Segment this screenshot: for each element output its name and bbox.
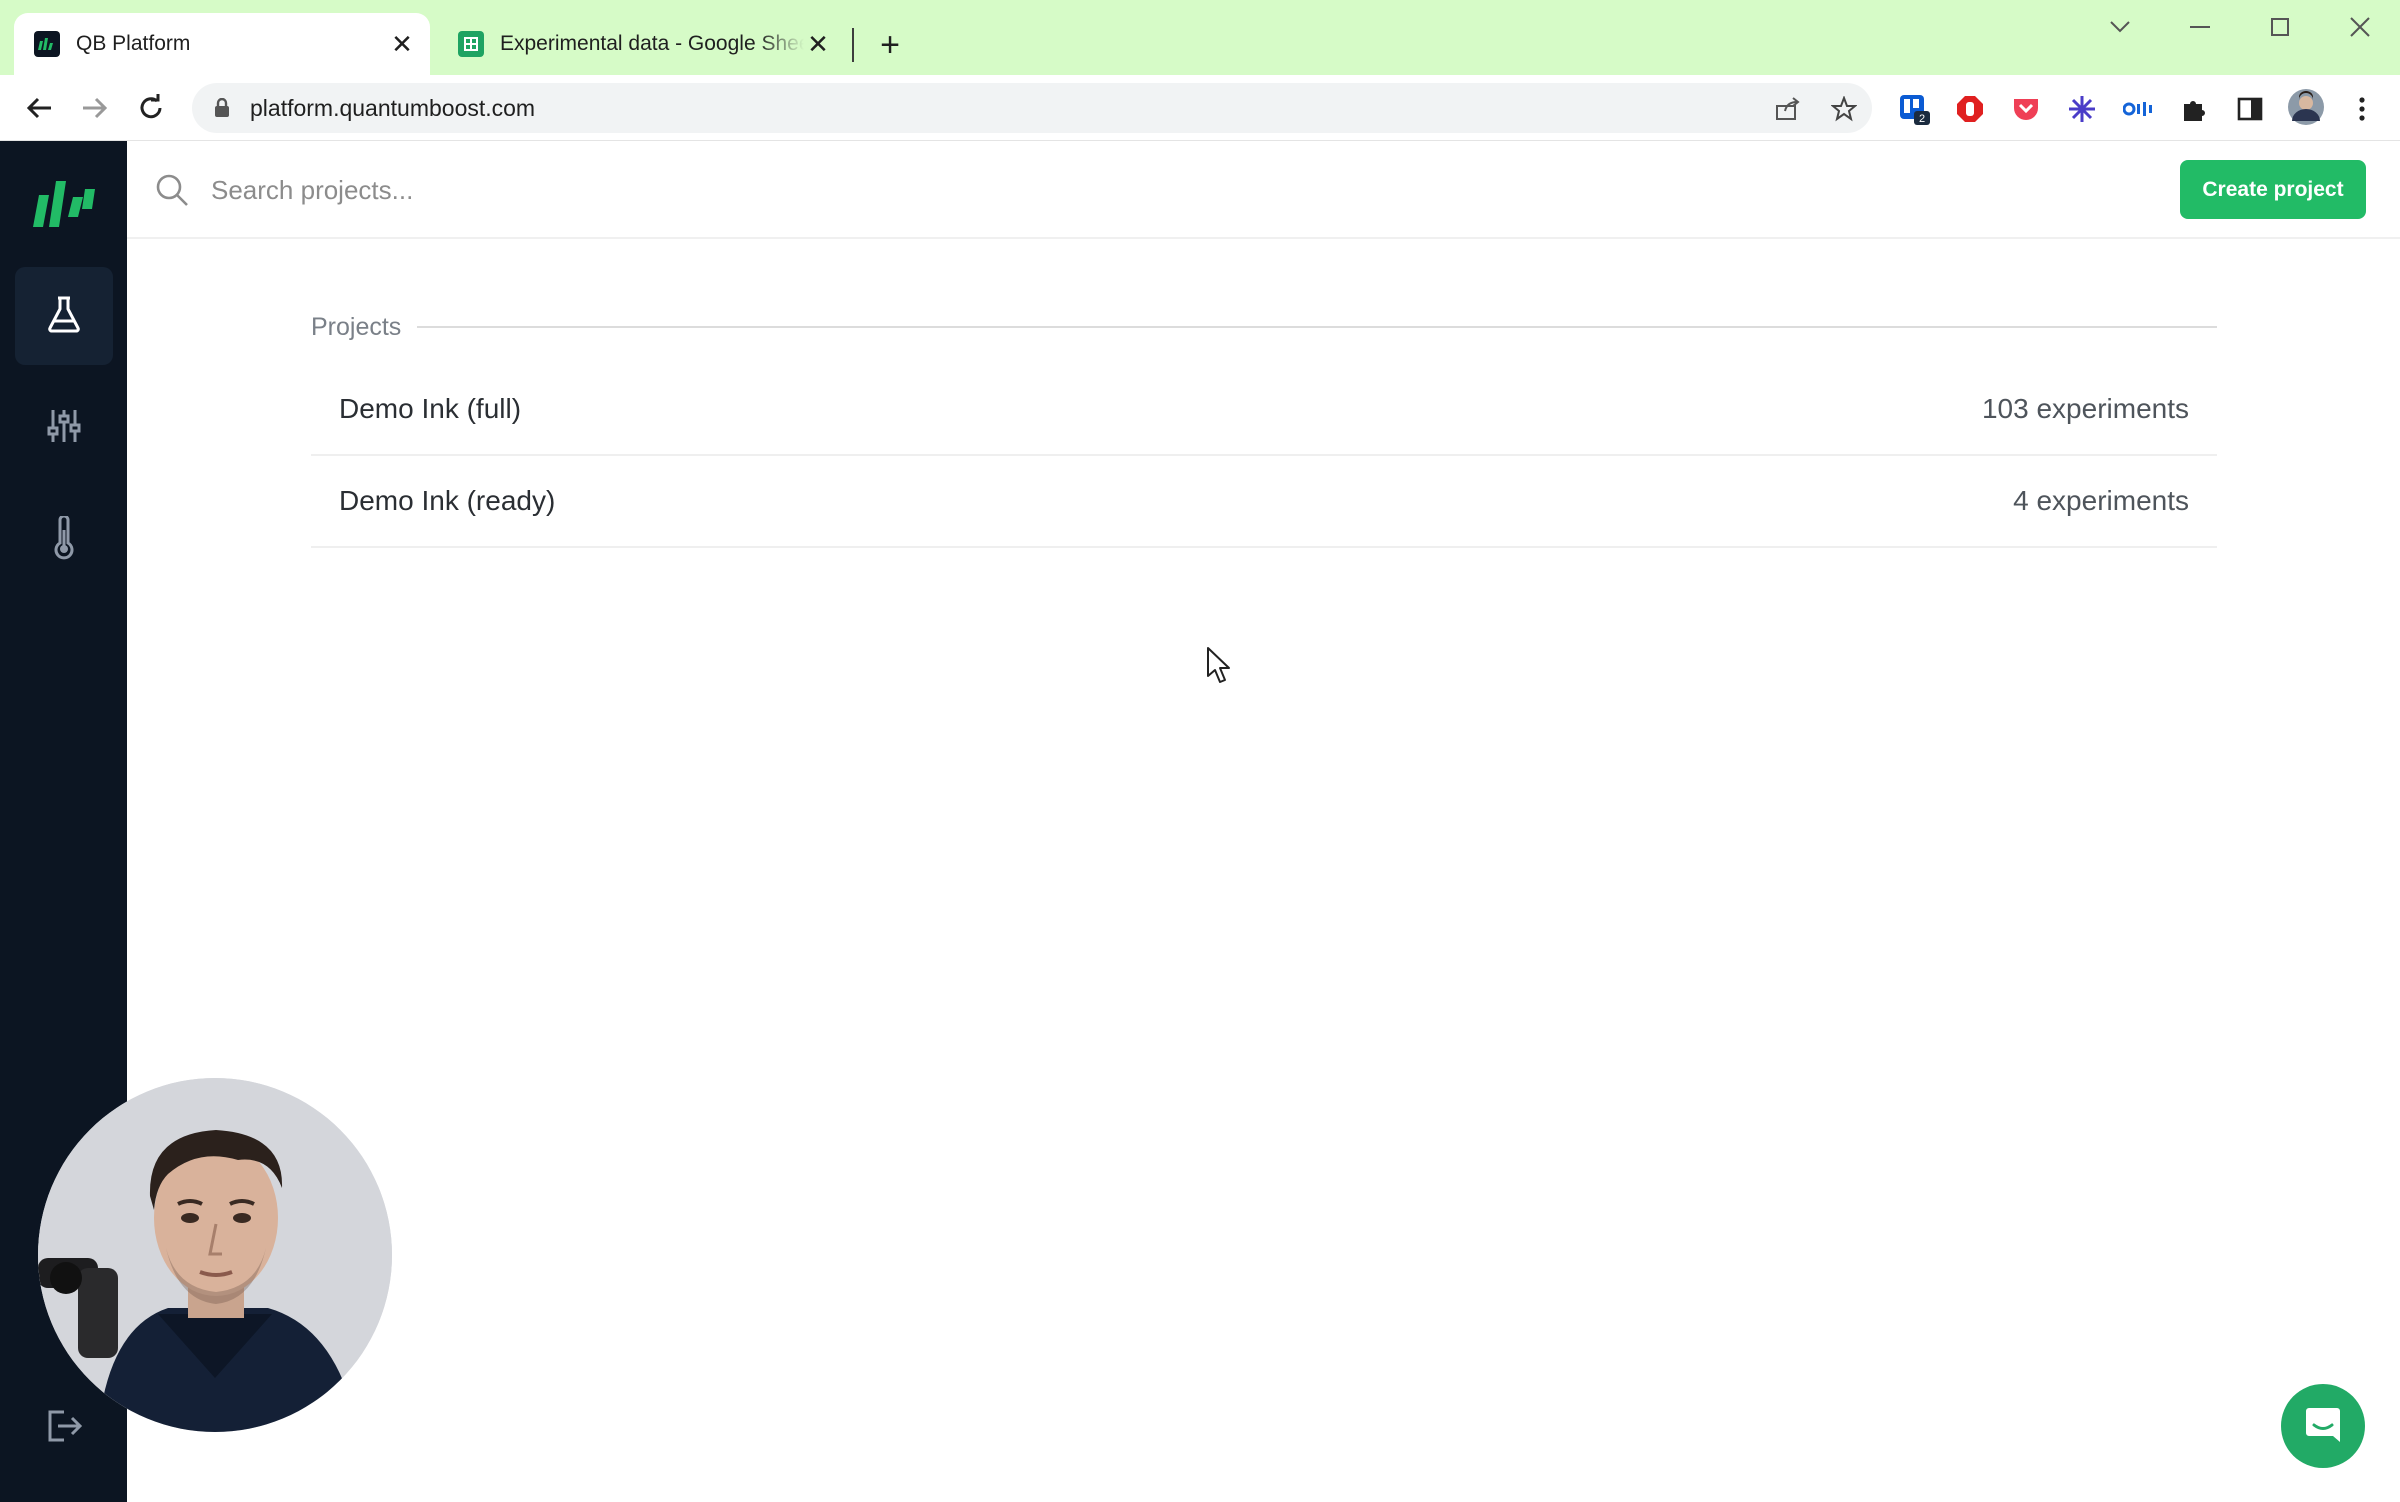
extension-badge: 2 (1919, 113, 1925, 125)
thermometer-icon (52, 514, 76, 565)
browser-toolbar: platform.quantumboost.com 2 (0, 75, 2400, 141)
project-name: Demo Ink (ready) (339, 485, 556, 516)
maximize-icon[interactable] (2260, 10, 2300, 44)
section-label: Projects (311, 312, 402, 341)
profile-avatar[interactable] (2286, 87, 2326, 127)
mouse-cursor-icon (1206, 646, 1234, 691)
browser-menu-icon[interactable] (2346, 93, 2378, 125)
logout-icon[interactable] (44, 1408, 84, 1449)
tab-close-icon[interactable]: ✕ (804, 29, 832, 59)
google-sheets-icon (458, 31, 484, 57)
sliders-icon (47, 408, 81, 449)
sidebar-item-optimization[interactable] (15, 379, 113, 477)
side-panel-icon[interactable] (2234, 93, 2266, 125)
tab-title: Experimental data - Google Sheets (500, 32, 804, 55)
qb-logo-icon[interactable] (30, 171, 96, 238)
project-search-bar (127, 141, 2400, 239)
search-input[interactable] (211, 167, 2011, 213)
tab-close-icon[interactable]: ✕ (388, 29, 416, 59)
experiment-count: 4 experiments (2013, 485, 2189, 516)
bookmark-star-icon[interactable] (1830, 95, 1858, 123)
search-icon (155, 173, 189, 212)
project-name: Demo Ink (full) (339, 393, 522, 424)
otter-extension-icon[interactable] (2122, 93, 2154, 125)
tab-title: QB Platform (76, 32, 191, 55)
tab-google-sheets[interactable]: Experimental data - Google Sheets ✕ (438, 13, 846, 75)
chat-support-button[interactable] (2281, 1384, 2365, 1468)
tab-search-icon[interactable] (2100, 10, 2140, 44)
tab-qb-platform[interactable]: QB Platform ✕ (14, 13, 430, 75)
browser-tab-bar: QB Platform ✕ Experimental data - Google… (0, 0, 2400, 75)
minimize-icon[interactable] (2180, 10, 2220, 44)
address-bar[interactable]: platform.quantumboost.com (192, 83, 1872, 133)
back-icon[interactable] (20, 89, 58, 127)
adblock-extension-icon[interactable] (1954, 93, 1986, 125)
close-window-icon[interactable] (2340, 10, 2380, 44)
share-icon[interactable] (1774, 95, 1802, 123)
webcam-overlay (38, 1078, 392, 1432)
sidebar-item-experiments[interactable] (15, 267, 113, 365)
lock-icon[interactable] (214, 97, 230, 123)
url-text: platform.quantumboost.com (250, 95, 536, 121)
project-row[interactable]: Demo Ink (full) 103 experiments (311, 364, 2217, 456)
new-tab-button[interactable]: + (872, 28, 908, 64)
trello-extension-icon[interactable]: 2 (1898, 93, 1930, 125)
chat-icon (2303, 1404, 2343, 1449)
presenter-video-image (38, 1078, 392, 1432)
snowflake-extension-icon[interactable] (2066, 93, 2098, 125)
section-divider (417, 326, 2217, 328)
pocket-extension-icon[interactable] (2010, 93, 2042, 125)
experiment-count: 103 experiments (1981, 393, 2189, 424)
tab-separator (852, 28, 854, 62)
create-project-button[interactable]: Create project (2180, 160, 2366, 219)
forward-icon[interactable] (76, 89, 114, 127)
flask-icon (46, 295, 82, 338)
sidebar-item-measurements[interactable] (15, 491, 113, 589)
qb-logo-icon (34, 31, 60, 57)
reload-icon[interactable] (132, 89, 170, 127)
projects-section-header: Projects (311, 309, 2217, 345)
project-row[interactable]: Demo Ink (ready) 4 experiments (311, 456, 2217, 548)
extensions-puzzle-icon[interactable] (2178, 93, 2210, 125)
